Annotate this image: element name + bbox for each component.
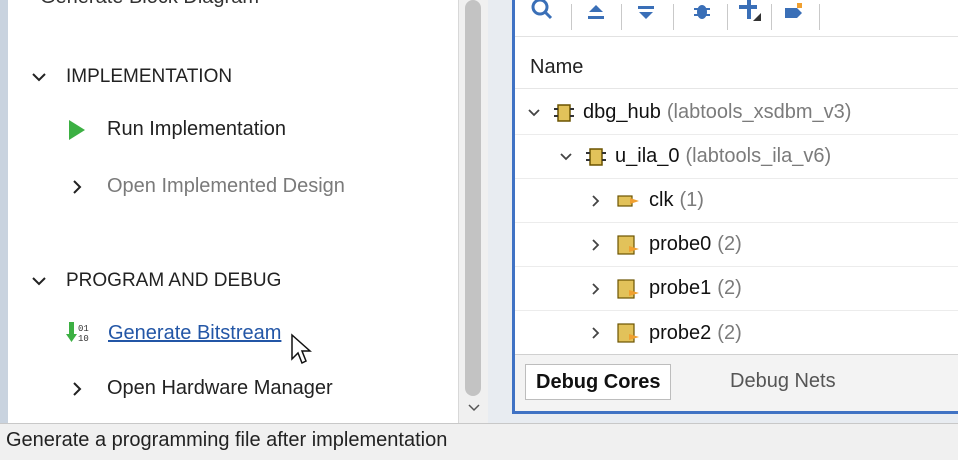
collapse-all-icon[interactable]: [581, 0, 611, 24]
tree-row-name: u_ila_0: [615, 145, 680, 167]
chevron-down-icon[interactable]: [559, 152, 575, 162]
tree-row-clk[interactable]: clk (1): [515, 179, 958, 223]
tree-row-type: (2): [717, 233, 742, 255]
tree-row-name: clk: [649, 189, 674, 211]
probe-icon: [617, 322, 641, 344]
toolbar-separator: [727, 4, 728, 30]
mark-debug-icon[interactable]: [779, 0, 809, 24]
chevron-right-icon[interactable]: [591, 326, 607, 340]
chevron-right-icon[interactable]: [591, 194, 607, 208]
chevron-down-icon[interactable]: [30, 272, 48, 290]
debug-window-area: Name dbg_hub (labtools_xsdbm_v3) u_ila_0…: [488, 0, 958, 423]
chevron-down-icon[interactable]: [527, 108, 543, 118]
flow-navigator: Generate Block Diagram IMPLEMENTATION Ru…: [0, 0, 458, 423]
debug-core-icon: [585, 146, 607, 168]
run-implementation-item[interactable]: Run Implementation: [68, 118, 286, 141]
column-header-name[interactable]: Name: [515, 48, 958, 89]
tree-row-type: (labtools_ila_v6): [685, 145, 832, 167]
tree-row-probe1[interactable]: probe1 (2): [515, 267, 958, 311]
chevron-right-icon: [72, 179, 90, 195]
open-hardware-manager-label: Open Hardware Manager: [107, 377, 333, 399]
tree-row-name: probe2: [649, 321, 712, 344]
toolbar-separator: [673, 4, 674, 30]
section-program-and-debug[interactable]: PROGRAM AND DEBUG: [30, 270, 281, 292]
chevron-right-icon: [72, 381, 90, 397]
section-implementation[interactable]: IMPLEMENTATION: [30, 66, 232, 88]
tree-row-name: dbg_hub: [583, 101, 661, 123]
toolbar-separator: [771, 4, 772, 30]
section-title: PROGRAM AND DEBUG: [66, 270, 282, 291]
tab-debug-cores[interactable]: Debug Cores: [525, 364, 672, 400]
bitstream-icon: 01 10: [66, 320, 94, 346]
chevron-right-icon[interactable]: [591, 282, 607, 296]
section-title: IMPLEMENTATION: [66, 66, 233, 87]
run-implementation-label: Run Implementation: [107, 118, 286, 140]
add-debug-probe-icon[interactable]: [735, 0, 765, 24]
debug-panel: Name dbg_hub (labtools_xsdbm_v3) u_ila_0…: [512, 0, 958, 414]
clipped-nav-item[interactable]: Generate Block Diagram: [40, 0, 259, 9]
debug-tabs: Debug Cores Debug Nets: [515, 354, 958, 411]
tree-row-probe2[interactable]: probe2 (2): [515, 311, 958, 355]
open-implemented-design-label: Open Implemented Design: [107, 175, 345, 197]
tree-row-name: probe1: [649, 277, 712, 299]
scroll-down-icon[interactable]: [466, 398, 482, 418]
open-implemented-design-item[interactable]: Open Implemented Design: [72, 175, 345, 198]
tree-row-dbg-hub[interactable]: dbg_hub (labtools_xsdbm_v3): [515, 91, 958, 135]
debug-core-icon: [553, 102, 575, 124]
navigator-edge: [0, 0, 8, 423]
navigator-scrollbar[interactable]: [458, 0, 489, 423]
status-text: Generate a programming file after implem…: [6, 429, 448, 451]
probe-icon: [617, 278, 641, 300]
probe-icon: [617, 234, 641, 256]
chevron-down-icon[interactable]: [30, 68, 48, 86]
debug-bug-icon[interactable]: [687, 0, 717, 24]
clock-net-icon: [617, 192, 641, 210]
expand-all-icon[interactable]: [631, 0, 661, 24]
tab-debug-nets[interactable]: Debug Nets: [720, 364, 846, 398]
status-bar: Generate a programming file after implem…: [0, 423, 958, 460]
chevron-right-icon[interactable]: [591, 238, 607, 252]
tree-row-probe0[interactable]: probe0 (2): [515, 223, 958, 267]
mouse-cursor-icon: [290, 333, 312, 373]
toolbar-separator: [571, 4, 572, 30]
generate-bitstream-item[interactable]: 01 10 Generate Bitstream: [66, 320, 281, 346]
debug-toolbar: [515, 0, 958, 37]
toolbar-separator: [621, 4, 622, 30]
search-icon[interactable]: [527, 0, 557, 24]
tree-row-type: (2): [717, 277, 742, 299]
toolbar-separator: [819, 4, 820, 30]
play-icon: [68, 119, 90, 141]
open-hardware-manager-item[interactable]: Open Hardware Manager: [72, 377, 333, 400]
column-header-label: Name: [530, 56, 584, 78]
tree-row-type: (2): [717, 321, 742, 344]
tree-row-type: (1): [679, 189, 704, 211]
tree-row-u-ila-0[interactable]: u_ila_0 (labtools_ila_v6): [515, 135, 958, 179]
scrollbar-thumb[interactable]: [465, 0, 481, 396]
svg-text:10: 10: [78, 334, 89, 344]
generate-bitstream-link[interactable]: Generate Bitstream: [108, 322, 281, 345]
tree-row-type: (labtools_xsdbm_v3): [666, 101, 852, 123]
svg-text:01: 01: [78, 324, 89, 334]
tree-row-name: probe0: [649, 233, 712, 255]
